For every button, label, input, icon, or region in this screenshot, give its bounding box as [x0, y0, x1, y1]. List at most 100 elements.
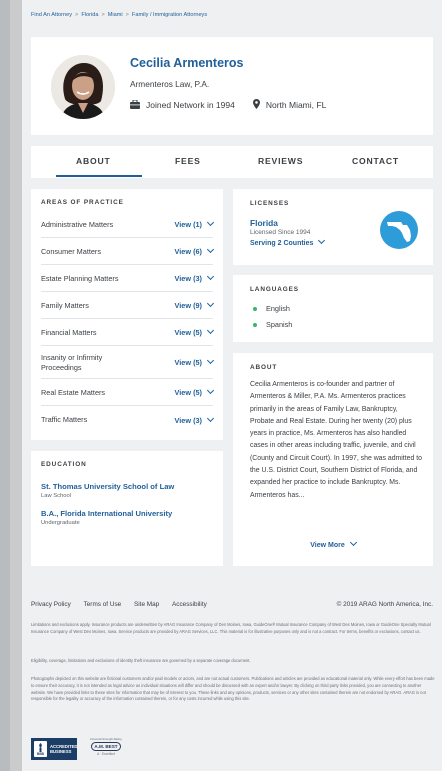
view-more-button[interactable]: View More — [233, 538, 433, 549]
language-label: English — [266, 304, 290, 313]
serving-counties-toggle[interactable]: Serving 2 Counties — [250, 236, 326, 247]
legal-photographs: Photographs depicted on this website are… — [31, 676, 435, 702]
active-tab-indicator — [56, 175, 142, 177]
areas-title: AREAS OF PRACTICE — [41, 199, 124, 206]
education-school-link[interactable]: B.A., Florida International University — [41, 509, 172, 518]
tab-contact[interactable]: CONTACT — [352, 156, 399, 166]
bbb-logo-text: BBB — [37, 752, 44, 756]
view-count: View (5) — [174, 328, 202, 337]
education-degree: Undergraduate — [41, 520, 80, 526]
education-school-link[interactable]: St. Thomas University School of Law — [41, 482, 174, 491]
about-card: ABOUT Cecilia Armenteros is co-founder a… — [233, 353, 433, 566]
breadcrumb-separator: > — [125, 12, 129, 18]
bbb-accredited-badge[interactable]: BBB ACCREDITED BUSINESS — [31, 738, 77, 760]
bullet-dot-icon — [253, 322, 257, 327]
bullet-dot-icon — [253, 306, 257, 311]
chevron-down-icon — [349, 538, 357, 547]
practice-area-row: Real Estate Matters View (5) — [41, 380, 215, 406]
copyright: © 2019 ARAG North America, Inc. — [336, 601, 433, 608]
licenses-title: LICENSES — [250, 200, 290, 207]
areas-of-practice-card: AREAS OF PRACTICE Administrative Matters… — [31, 189, 223, 440]
view-area-toggle[interactable]: View (1) — [174, 218, 215, 229]
firm-name: Armenteros Law, P.A. — [130, 79, 210, 89]
breadcrumb-link-state[interactable]: Florida — [81, 12, 98, 18]
breadcrumb-link-category[interactable]: Family / Immigration Attorneys — [132, 12, 207, 18]
view-count: View (3) — [174, 274, 202, 283]
practice-area-label: Financial Matters — [41, 327, 97, 337]
joined-text: Joined Network in 1994 — [146, 100, 235, 110]
profile-tabs: ABOUT FEES REVIEWS CONTACT — [31, 146, 433, 178]
tab-reviews[interactable]: REVIEWS — [258, 156, 303, 166]
footer-link-accessibility[interactable]: Accessibility — [172, 601, 207, 608]
language-item: Spanish — [253, 320, 292, 329]
bbb-label: ACCREDITED BUSINESS — [50, 744, 78, 754]
view-area-toggle[interactable]: View (6) — [174, 245, 215, 256]
tab-about[interactable]: ABOUT — [76, 156, 111, 166]
practice-area-label: Administrative Matters — [41, 219, 114, 229]
breadcrumb: Find An Attorney > Florida > Miami > Family / … — [31, 12, 207, 18]
practice-area-row: Traffic Matters View (3) — [41, 407, 215, 433]
footer-link-privacy[interactable]: Privacy Policy — [31, 601, 71, 608]
breadcrumb-separator: > — [101, 12, 105, 18]
view-area-toggle[interactable]: View (3) — [175, 414, 215, 425]
chevron-down-icon — [206, 356, 215, 365]
profile-header-card: Cecilia Armenteros Armenteros Law, P.A. … — [31, 37, 433, 135]
view-count: View (5) — [174, 388, 202, 397]
footer-link-sitemap[interactable]: Site Map — [134, 601, 159, 608]
practice-area-label: Real Estate Matters — [41, 387, 106, 397]
tab-fees[interactable]: FEES — [175, 156, 201, 166]
am-best-rating: A · Excellent — [97, 752, 115, 756]
breadcrumb-separator: > — [75, 12, 79, 18]
breadcrumb-link-find-attorney[interactable]: Find An Attorney — [31, 12, 72, 18]
am-best-logo: A.M. BEST — [91, 742, 121, 751]
am-best-top-label: Financial Strength Rating — [90, 737, 122, 741]
license-state-link[interactable]: Florida — [250, 218, 278, 228]
view-count: View (1) — [174, 220, 202, 229]
breadcrumb-link-city[interactable]: Miami — [108, 12, 123, 18]
licenses-card: LICENSES Florida Licensed Since 1994 Ser… — [233, 189, 433, 265]
am-best-rating-badge[interactable]: Financial Strength Rating A.M. BEST A · … — [85, 737, 127, 762]
practice-area-row: Administrative Matters View (1) — [41, 212, 215, 238]
chevron-down-icon — [318, 236, 326, 245]
practice-area-label: Estate Planning Matters — [41, 273, 119, 283]
practice-area-row: Family Matters View (9) — [41, 293, 215, 319]
about-title: ABOUT — [250, 364, 278, 371]
view-area-toggle[interactable]: View (5) — [174, 386, 215, 397]
view-count: View (9) — [174, 301, 202, 310]
profile-meta: Joined Network in 1994 North Miami, FL — [130, 99, 326, 111]
torch-icon — [39, 743, 42, 752]
view-area-toggle[interactable]: View (5) — [175, 356, 215, 367]
practice-area-row: Insanity or Infirmity Proceedings View (… — [41, 347, 215, 379]
legal-identity-theft: Eligibility, coverage, limitations and e… — [31, 658, 251, 663]
view-area-toggle[interactable]: View (9) — [174, 299, 215, 310]
practice-area-label: Family Matters — [41, 300, 89, 310]
view-count: View (6) — [174, 247, 202, 256]
footer-link-terms[interactable]: Terms of Use — [84, 601, 122, 608]
chevron-down-icon — [206, 386, 215, 395]
location-text: North Miami, FL — [265, 100, 327, 110]
language-item: English — [253, 304, 290, 313]
briefcase-icon — [130, 99, 140, 111]
bbb-torch-icon: BBB — [34, 741, 47, 757]
serving-counties-label: Serving 2 Counties — [250, 240, 314, 247]
chevron-down-icon — [206, 414, 215, 422]
about-text: Cecilia Armenteros is co-founder and par… — [250, 381, 422, 499]
languages-title: LANGUAGES — [250, 286, 299, 293]
am-best-name: A.M. BEST — [94, 744, 118, 749]
view-area-toggle[interactable]: View (5) — [174, 326, 215, 337]
education-card: EDUCATION St. Thomas University School o… — [31, 451, 223, 566]
view-area-toggle[interactable]: View (3) — [174, 272, 215, 283]
attorney-name: Cecilia Armenteros — [130, 56, 244, 70]
view-more-label: View More — [310, 542, 345, 549]
license-since: Licensed Since 1994 — [250, 229, 311, 236]
page: Find An Attorney > Florida > Miami > Family / … — [0, 0, 442, 771]
practice-area-row: Consumer Matters View (6) — [41, 239, 215, 265]
avatar — [51, 55, 115, 119]
chevron-down-icon — [206, 299, 215, 308]
location-pin-icon — [252, 99, 260, 111]
practice-area-label: Consumer Matters — [41, 246, 102, 256]
practice-area-row: Financial Matters View (5) — [41, 320, 215, 346]
practice-area-label: Insanity or Infirmity Proceedings — [41, 353, 103, 372]
education-title: EDUCATION — [41, 461, 87, 468]
avatar-photo — [51, 55, 115, 119]
